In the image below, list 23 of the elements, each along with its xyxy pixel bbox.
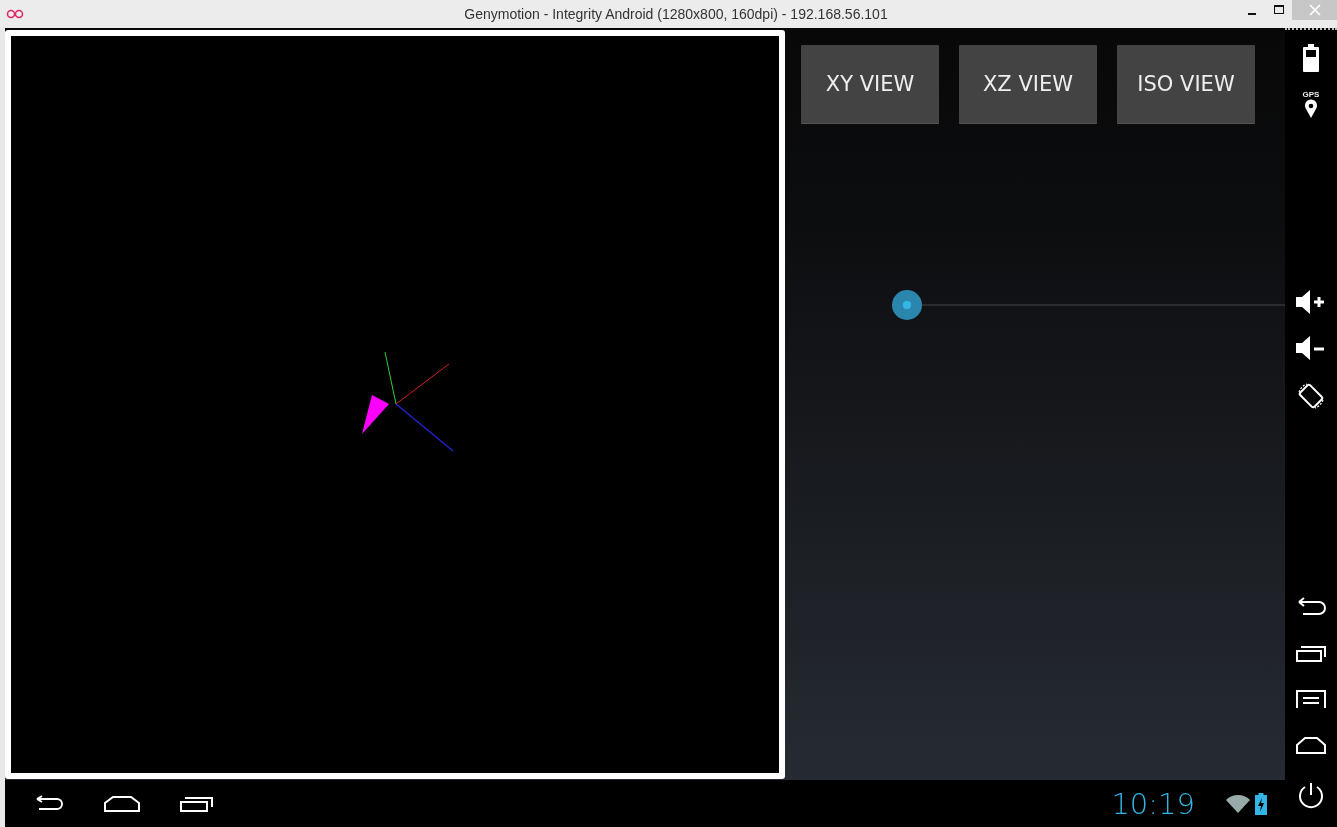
- maximize-icon: [1273, 5, 1284, 15]
- recent-apps-icon[interactable]: [1295, 643, 1327, 663]
- volume-down-icon[interactable]: [1295, 335, 1327, 361]
- wifi-icon: [1225, 793, 1251, 814]
- gps-label: GPS: [1302, 90, 1320, 99]
- location-pin-icon: [1304, 99, 1318, 119]
- minimize-icon: [1247, 13, 1256, 15]
- app-logo-icon: [6, 9, 24, 19]
- view-button[interactable]: XY VIEW: [801, 45, 939, 123]
- battery-charging-icon: [1255, 792, 1267, 815]
- view-button[interactable]: ISO VIEW: [1117, 45, 1255, 123]
- clock: 10:19: [1111, 786, 1195, 821]
- gps-button[interactable]: GPS: [1302, 90, 1320, 119]
- power-icon[interactable]: [1296, 781, 1326, 811]
- window-title: Genymotion - Integrity Android (1280x800, 160dpi) - 192.168.56.101: [463, 6, 889, 22]
- menu-icon[interactable]: [1295, 689, 1327, 709]
- battery-icon[interactable]: [1303, 44, 1319, 72]
- rotate-icon[interactable]: [1296, 381, 1326, 411]
- volume-up-icon[interactable]: [1295, 289, 1327, 315]
- slider-thumb[interactable]: [892, 290, 922, 320]
- view-button[interactable]: XZ VIEW: [959, 45, 1097, 123]
- home-icon[interactable]: [1295, 735, 1327, 755]
- close-icon: [1308, 4, 1321, 16]
